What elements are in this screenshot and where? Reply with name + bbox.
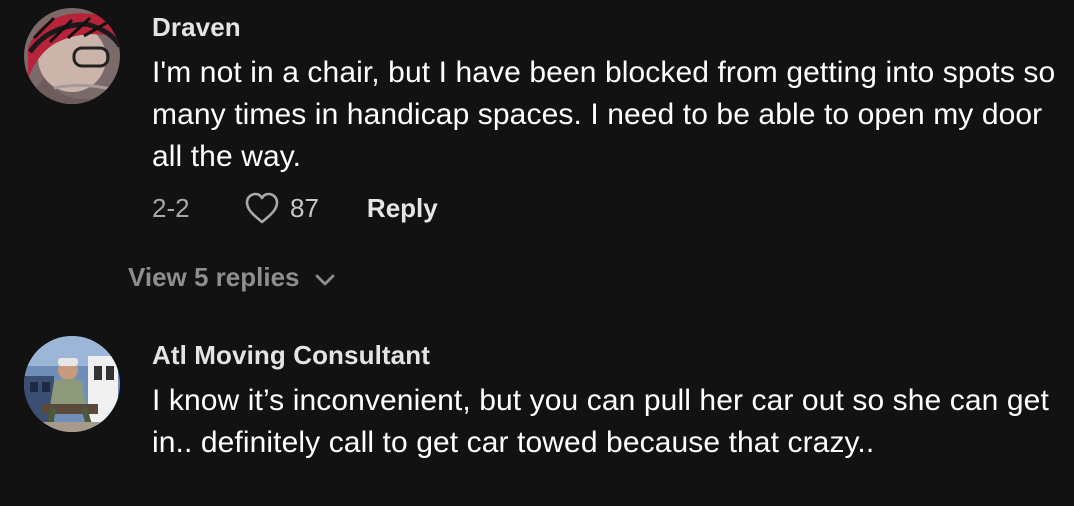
comment-username[interactable]: Atl Moving Consultant: [152, 340, 1062, 370]
heart-icon: [245, 192, 279, 224]
chevron-down-icon: [315, 274, 334, 285]
comment-actions: 2-2 87 Reply: [152, 190, 438, 226]
like-count: 87: [290, 192, 319, 223]
comment-username[interactable]: Draven: [152, 12, 1062, 42]
comment-body: Draven I'm not in a chair, but I have be…: [152, 12, 1062, 178]
comment-text: I'm not in a chair, but I have been bloc…: [152, 56, 1056, 173]
view-replies-label: View 5 replies: [128, 262, 300, 292]
comment-date: 2-2: [152, 192, 190, 223]
user-avatar-icon[interactable]: [24, 336, 120, 432]
user-avatar-icon[interactable]: [24, 8, 120, 104]
comment-text: I know it’s inconvenient, but you can pu…: [152, 384, 1049, 459]
reply-button[interactable]: Reply: [367, 193, 438, 224]
view-replies-button[interactable]: View 5 replies: [128, 262, 336, 293]
comment-body: Atl Moving Consultant I know it’s inconv…: [152, 340, 1062, 464]
like-button[interactable]: 87: [244, 191, 319, 225]
comment-item: Atl Moving Consultant I know it’s inconv…: [0, 330, 1074, 506]
comment-item: Draven I'm not in a chair, but I have be…: [0, 0, 1074, 292]
